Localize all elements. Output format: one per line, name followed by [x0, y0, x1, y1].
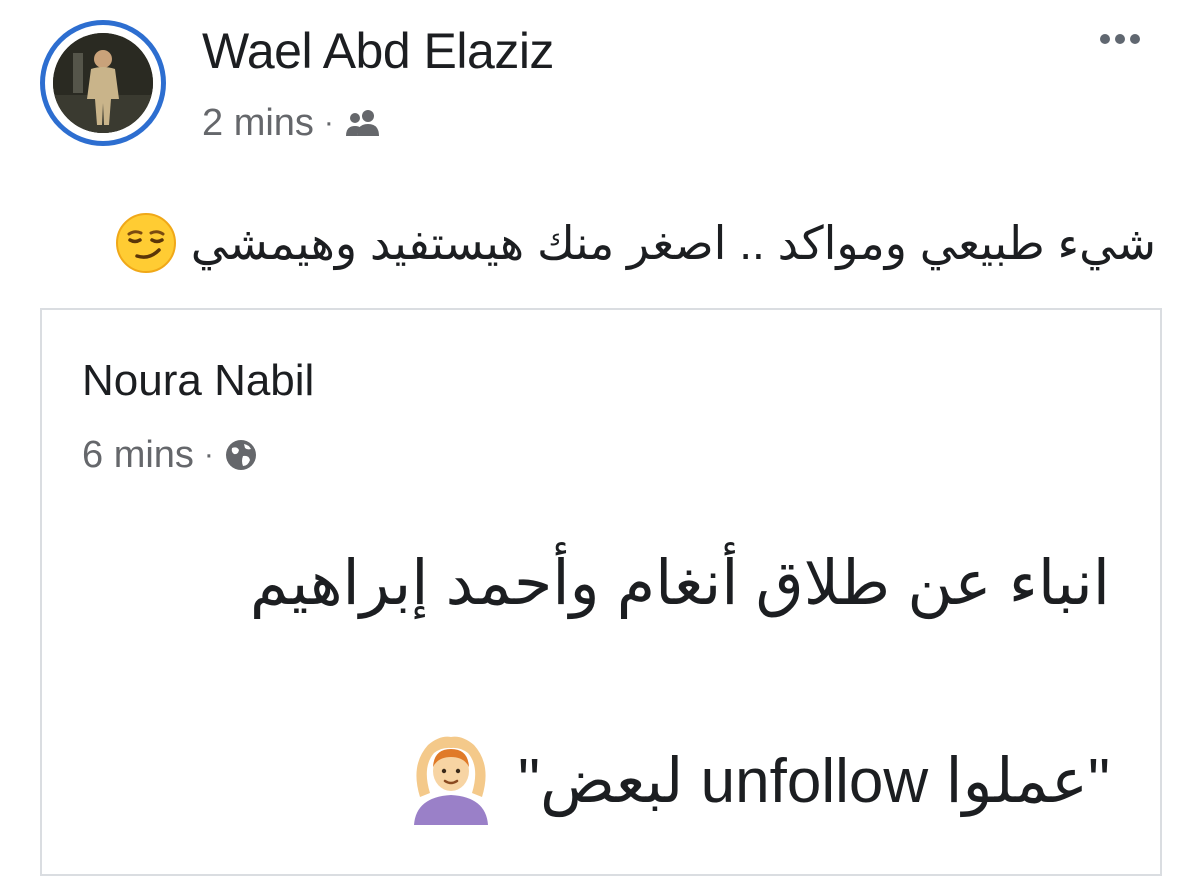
- shared-post-text-line2-row: "عملوا unfollow لبعض": [406, 730, 1110, 830]
- avatar-photo: [53, 33, 153, 133]
- facebook-post: Wael Abd Elaziz 2 mins · شيء طبيعي ومواك…: [0, 0, 1200, 881]
- shared-post-card[interactable]: Noura Nabil 6 mins · انباء عن طلاق أنغام…: [40, 308, 1162, 876]
- post-time[interactable]: 2 mins: [202, 102, 314, 145]
- more-dot: [1100, 34, 1110, 44]
- post-meta: 2 mins ·: [202, 98, 382, 148]
- shared-author-name[interactable]: Noura Nabil: [82, 356, 314, 406]
- more-options-icon[interactable]: [1100, 34, 1140, 44]
- friends-icon[interactable]: [344, 108, 382, 138]
- meta-separator: ·: [203, 438, 214, 471]
- globe-icon[interactable]: [224, 438, 258, 472]
- author-avatar-ring[interactable]: [40, 20, 166, 146]
- author-avatar[interactable]: [53, 33, 153, 133]
- shared-post-time[interactable]: 6 mins: [82, 434, 194, 477]
- post-text-row: شيء طبيعي ومواكد .. اصغر منك هيستفيد وهي…: [115, 208, 1156, 278]
- smirking-face-icon: [115, 212, 177, 274]
- author-name[interactable]: Wael Abd Elaziz: [202, 22, 554, 80]
- shared-post-meta: 6 mins ·: [82, 430, 258, 480]
- more-dot: [1130, 34, 1140, 44]
- person-gesturing-ok-icon: [406, 735, 496, 825]
- more-dot: [1115, 34, 1125, 44]
- post-text: شيء طبيعي ومواكد .. اصغر منك هيستفيد وهي…: [190, 217, 1156, 269]
- shared-post-text-line2: "عملوا unfollow لبعض": [517, 746, 1110, 816]
- meta-separator: ·: [323, 106, 334, 139]
- shared-post-text-line1: انباء عن طلاق أنغام وأحمد إبراهيم: [249, 549, 1110, 618]
